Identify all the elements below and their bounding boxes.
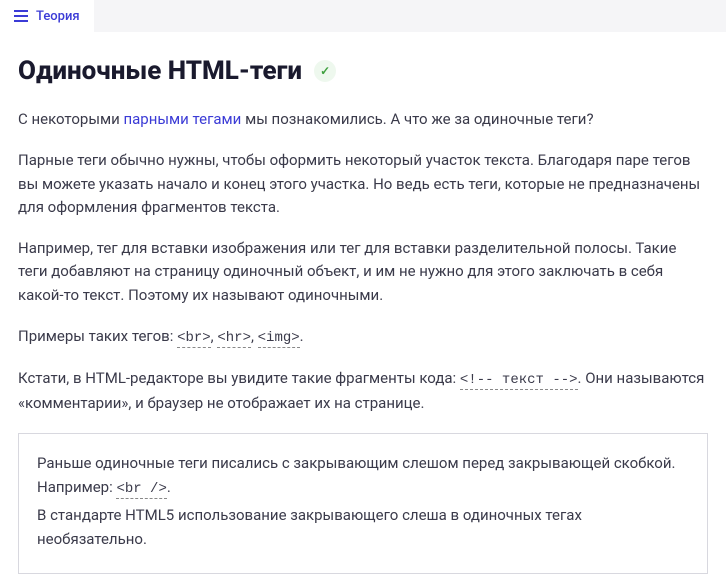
text-fragment: . [300,327,304,345]
paragraph-example: Например, тег для вставки изображения ил… [18,237,708,307]
topbar: Теория [0,0,726,32]
paired-tags-link[interactable]: парными тегами [123,110,241,128]
note-box: Раньше одиночные теги писались с закрыва… [18,433,708,573]
title-text: Одиночные HTML-теги [18,56,302,86]
tab-theory[interactable]: Теория [0,0,94,32]
paragraph-intro: С некоторыми парными тегами мы познакоми… [18,108,708,131]
code-br-slash: <br /> [116,481,166,499]
hamburger-icon [14,10,28,22]
code-br: <br> [177,330,211,348]
code-hr: <hr> [217,330,251,348]
check-icon: ✓ [314,60,336,82]
text-fragment: Кстати, в HTML-редакторе вы увидите таки… [18,369,460,387]
paragraph-tag-examples: Примеры таких тегов: <br>, <hr>, <img>. [18,325,708,350]
code-comment: <!-- текст --> [460,372,578,390]
code-img: <img> [258,330,300,348]
text-fragment: мы познакомились. А что же за одиночные … [241,110,593,128]
paragraph-comments: Кстати, в HTML-редакторе вы увидите таки… [18,367,708,415]
page-title: Одиночные HTML-теги ✓ [18,56,336,86]
article-content: Одиночные HTML-теги ✓ С некоторыми парны… [0,32,726,574]
tab-label: Теория [36,9,80,24]
note-line-2: В стандарте HTML5 использование закрываю… [37,504,689,551]
note-line-1: Раньше одиночные теги писались с закрыва… [37,452,689,500]
text-fragment: . [167,478,171,496]
paragraph-paired: Парные теги обычно нужны, чтобы оформить… [18,149,708,219]
text-fragment: , [251,327,258,345]
text-fragment: Примеры таких тегов: [18,327,177,345]
text-fragment: С некоторыми [18,110,123,128]
